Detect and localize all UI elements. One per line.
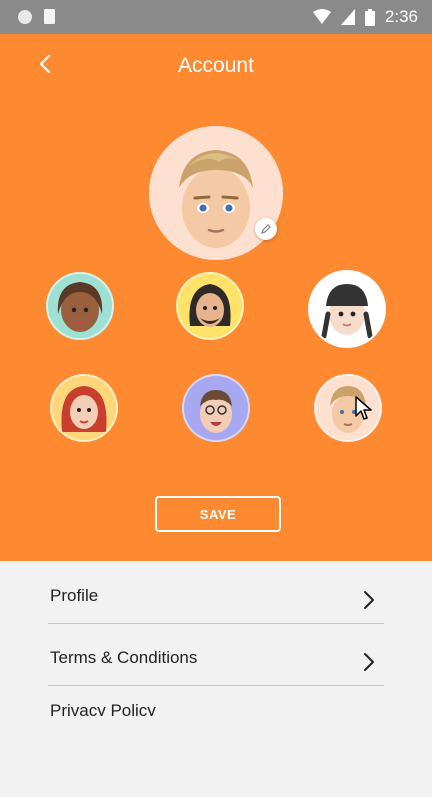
mouse-cursor-icon <box>355 396 372 420</box>
current-avatar[interactable] <box>149 126 283 260</box>
battery-icon <box>364 8 375 26</box>
menu-item-privacy[interactable]: Privacy Policy <box>48 686 384 716</box>
status-time: 2:36 <box>384 7 418 26</box>
account-header: Account SAVE <box>0 34 432 561</box>
notification-dot-icon <box>18 9 32 24</box>
avatar-face-icon <box>321 284 373 339</box>
status-left <box>18 9 55 24</box>
status-bar: 2:36 <box>0 0 432 34</box>
avatar-face-icon <box>189 284 231 327</box>
avatar-face-icon <box>149 126 283 260</box>
avatar-face-icon <box>200 390 232 433</box>
menu-item-terms[interactable]: Terms & Conditions <box>48 624 384 686</box>
edit-avatar-button[interactable] <box>255 218 277 240</box>
wifi-icon <box>312 9 331 24</box>
sd-card-icon <box>44 9 55 24</box>
avatar-option-3[interactable] <box>308 270 386 348</box>
avatar-face-icon <box>57 282 103 332</box>
avatar-option-4[interactable] <box>50 374 118 442</box>
status-right: 2:36 <box>312 7 418 27</box>
avatar-option-2[interactable] <box>176 272 244 340</box>
menu-item-label: Privacy Policy <box>50 701 156 716</box>
pencil-icon <box>261 224 271 234</box>
avatar-face-icon <box>61 386 107 432</box>
avatar-option-1[interactable] <box>46 272 114 340</box>
signal-icon <box>340 9 355 25</box>
avatar-option-5[interactable] <box>182 374 250 442</box>
chevron-right-icon <box>364 591 374 609</box>
account-menu: Profile Terms & Conditions Privacy Polic… <box>48 562 384 716</box>
menu-item-label: Profile <box>50 586 99 605</box>
menu-item-label: Terms & Conditions <box>50 648 198 667</box>
page-title: Account <box>178 54 254 77</box>
menu-item-profile[interactable]: Profile <box>48 562 384 624</box>
chevron-right-icon <box>364 653 374 671</box>
save-button[interactable]: SAVE <box>155 496 281 532</box>
